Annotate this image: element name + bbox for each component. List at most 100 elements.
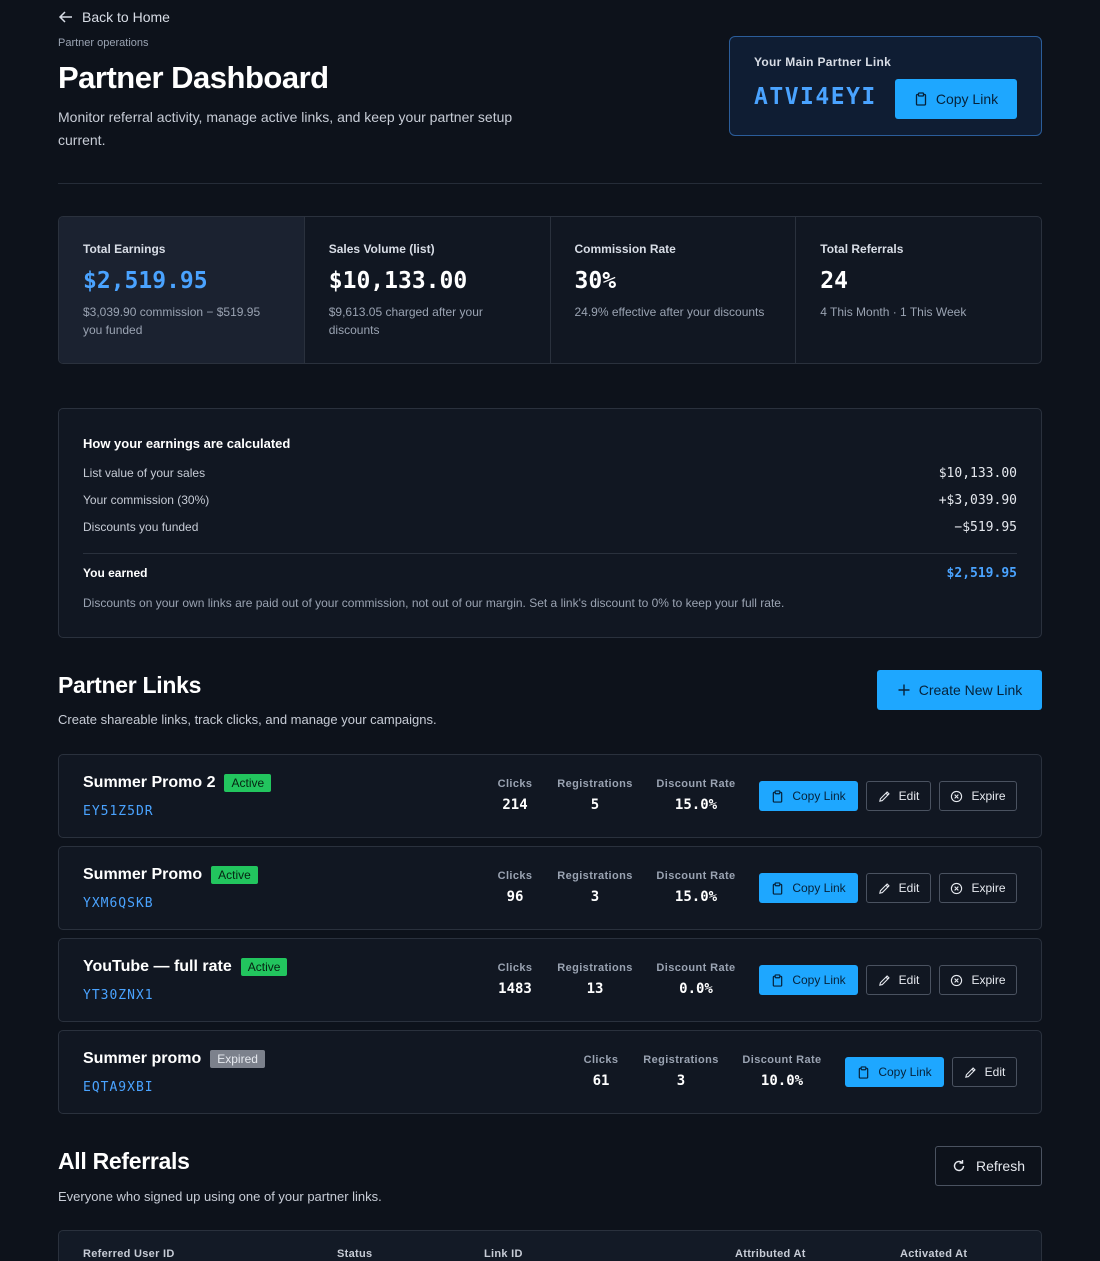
partner-link-card: YouTube — full rate Active YT30ZNX1 Clicks 1… (58, 938, 1042, 1022)
copy-link-label: Copy Link (878, 1065, 932, 1079)
calc-row-label: List value of your sales (83, 466, 206, 480)
clipboard-icon (915, 92, 927, 106)
earned-value: $2,519.95 (946, 566, 1017, 581)
link-code[interactable]: YT30ZNX1 (83, 988, 154, 1003)
calc-row-value: −$519.95 (954, 520, 1017, 535)
expire-label: Expire (971, 789, 1006, 803)
column-header[interactable]: Referred User ID (83, 1248, 175, 1260)
edit-label: Edit (898, 881, 920, 895)
status-badge: Active (240, 958, 288, 976)
calc-divider (83, 553, 1017, 554)
status-badge: Expired (210, 1050, 265, 1068)
calc-row-value: +$3,039.90 (938, 493, 1017, 508)
metric-label: Registrations (643, 1054, 719, 1066)
link-name: Summer Promo 2 Active (83, 774, 272, 792)
calc-row-discounts: Discounts you funded −$519.95 (83, 520, 1017, 535)
edit-button[interactable]: Edit (866, 781, 931, 811)
back-to-home-link[interactable]: Back to Home (58, 9, 170, 25)
all-referrals-title: All Referrals (58, 1148, 190, 1174)
link-code[interactable]: EQTA9XBI (83, 1080, 154, 1095)
clipboard-icon (773, 973, 783, 987)
partner-links-title: Partner Links (58, 672, 202, 698)
calc-row-label: Discounts you funded (83, 520, 199, 534)
stat-total-earnings[interactable]: Total Earnings $2,519.95 $3,039.90 commi… (59, 217, 305, 363)
calculation-title: How your earnings are calculated (83, 436, 291, 451)
column-header[interactable]: Link ID (484, 1248, 523, 1260)
edit-button[interactable]: Edit (866, 873, 931, 903)
copy-link-label: Copy Link (792, 881, 846, 895)
metric-label: Clicks (583, 1054, 619, 1066)
stat-detail: 4 This Month · 1 This Week (820, 305, 967, 319)
partner-link-card: Summer Promo Active YXM6QSKB Clicks 96 Regist… (58, 846, 1042, 930)
copy-link-button[interactable]: Copy Link (759, 873, 858, 903)
expire-label: Expire (971, 881, 1006, 895)
referrals-table: Referred User ID Status Link ID Attribut… (58, 1230, 1042, 1261)
metric-value: 0.0% (679, 981, 713, 997)
stat-total-referrals[interactable]: Total Referrals 24 4 This Month · 1 This… (796, 217, 1041, 363)
metric-label: Discount Rate (656, 870, 736, 882)
copy-link-button[interactable]: Copy Link (759, 781, 858, 811)
stat-value: $10,133.00 (328, 268, 468, 294)
expire-button[interactable]: Expire (939, 873, 1017, 903)
stat-label: Sales Volume (list) (328, 242, 435, 256)
expire-button[interactable]: Expire (939, 781, 1017, 811)
main-partner-link-card: Your Main Partner Link ATVI4EYI Copy Lin… (729, 36, 1042, 136)
metric-registrations: Registrations 13 (555, 962, 635, 997)
main-link-label: Your Main Partner Link (754, 55, 892, 69)
all-referrals-subtitle: Everyone who signed up using one of your… (58, 1189, 382, 1204)
copy-link-label: Copy Link (935, 91, 999, 107)
edit-button[interactable]: Edit (952, 1057, 1017, 1087)
stat-value: 30% (574, 268, 617, 294)
link-name: YouTube — full rate Active (83, 958, 288, 976)
refresh-button[interactable]: Refresh (935, 1146, 1042, 1186)
x-circle-icon (951, 882, 963, 894)
metric-label: Clicks (497, 962, 533, 974)
metric-value: 15.0% (674, 797, 718, 813)
expire-button[interactable]: Expire (939, 965, 1017, 995)
stat-value: 24 (820, 268, 848, 294)
metric-value: 1483 (498, 981, 532, 997)
metric-label: Discount Rate (656, 778, 736, 790)
stat-sales-volume[interactable]: Sales Volume (list) $10,133.00 $9,613.05… (305, 217, 551, 363)
partner-link-card: Summer promo Expired EQTA9XBI Clicks 61 Regis… (58, 1030, 1042, 1114)
x-circle-icon (951, 790, 963, 802)
metric-registrations: Registrations 5 (555, 778, 635, 813)
stat-commission-rate[interactable]: Commission Rate 30% 24.9% effective afte… (551, 217, 797, 363)
edit-label: Edit (898, 789, 920, 803)
column-header[interactable]: Activated At (900, 1248, 967, 1260)
metric-label: Registrations (557, 962, 633, 974)
calc-row-label: Your commission (30%) (83, 493, 210, 507)
main-link-code: ATVI4EYI (754, 84, 877, 110)
copy-link-button[interactable]: Copy Link (845, 1057, 944, 1087)
link-name-text: Summer Promo 2 (83, 774, 216, 791)
copy-main-link-button[interactable]: Copy Link (895, 79, 1017, 119)
metric-value: 13 (586, 981, 604, 997)
calculation-note: Discounts on your own links are paid out… (83, 596, 785, 610)
metric-clicks: Clicks 96 (486, 870, 544, 905)
copy-link-label: Copy Link (792, 973, 846, 987)
link-name: Summer promo Expired (83, 1050, 265, 1068)
stat-label: Total Earnings (83, 242, 166, 256)
partner-link-card: Summer Promo 2 Active EY51Z5DR Clicks 214 Reg… (58, 754, 1042, 838)
metric-value: 3 (590, 889, 600, 905)
column-header[interactable]: Status (337, 1248, 372, 1260)
pencil-icon (878, 974, 890, 986)
link-code[interactable]: EY51Z5DR (83, 804, 154, 819)
partner-links-subtitle: Create shareable links, track clicks, an… (58, 712, 437, 727)
stat-detail: $9,613.05 charged after your discounts (328, 305, 483, 337)
edit-label: Edit (984, 1065, 1006, 1079)
stat-label: Total Referrals (820, 242, 904, 256)
copy-link-button[interactable]: Copy Link (759, 965, 858, 995)
edit-label: Edit (898, 973, 920, 987)
metric-value: 96 (506, 889, 524, 905)
column-header[interactable]: Attributed At (735, 1248, 806, 1260)
link-code[interactable]: YXM6QSKB (83, 896, 154, 911)
metric-value: 214 (502, 797, 528, 813)
metric-label: Clicks (497, 778, 533, 790)
metric-discount: Discount Rate 15.0% (656, 870, 736, 905)
link-name-text: Summer Promo (83, 866, 203, 883)
metric-discount: Discount Rate 15.0% (656, 778, 736, 813)
copy-link-label: Copy Link (792, 789, 846, 803)
edit-button[interactable]: Edit (866, 965, 931, 995)
create-new-link-button[interactable]: Create New Link (877, 670, 1042, 710)
